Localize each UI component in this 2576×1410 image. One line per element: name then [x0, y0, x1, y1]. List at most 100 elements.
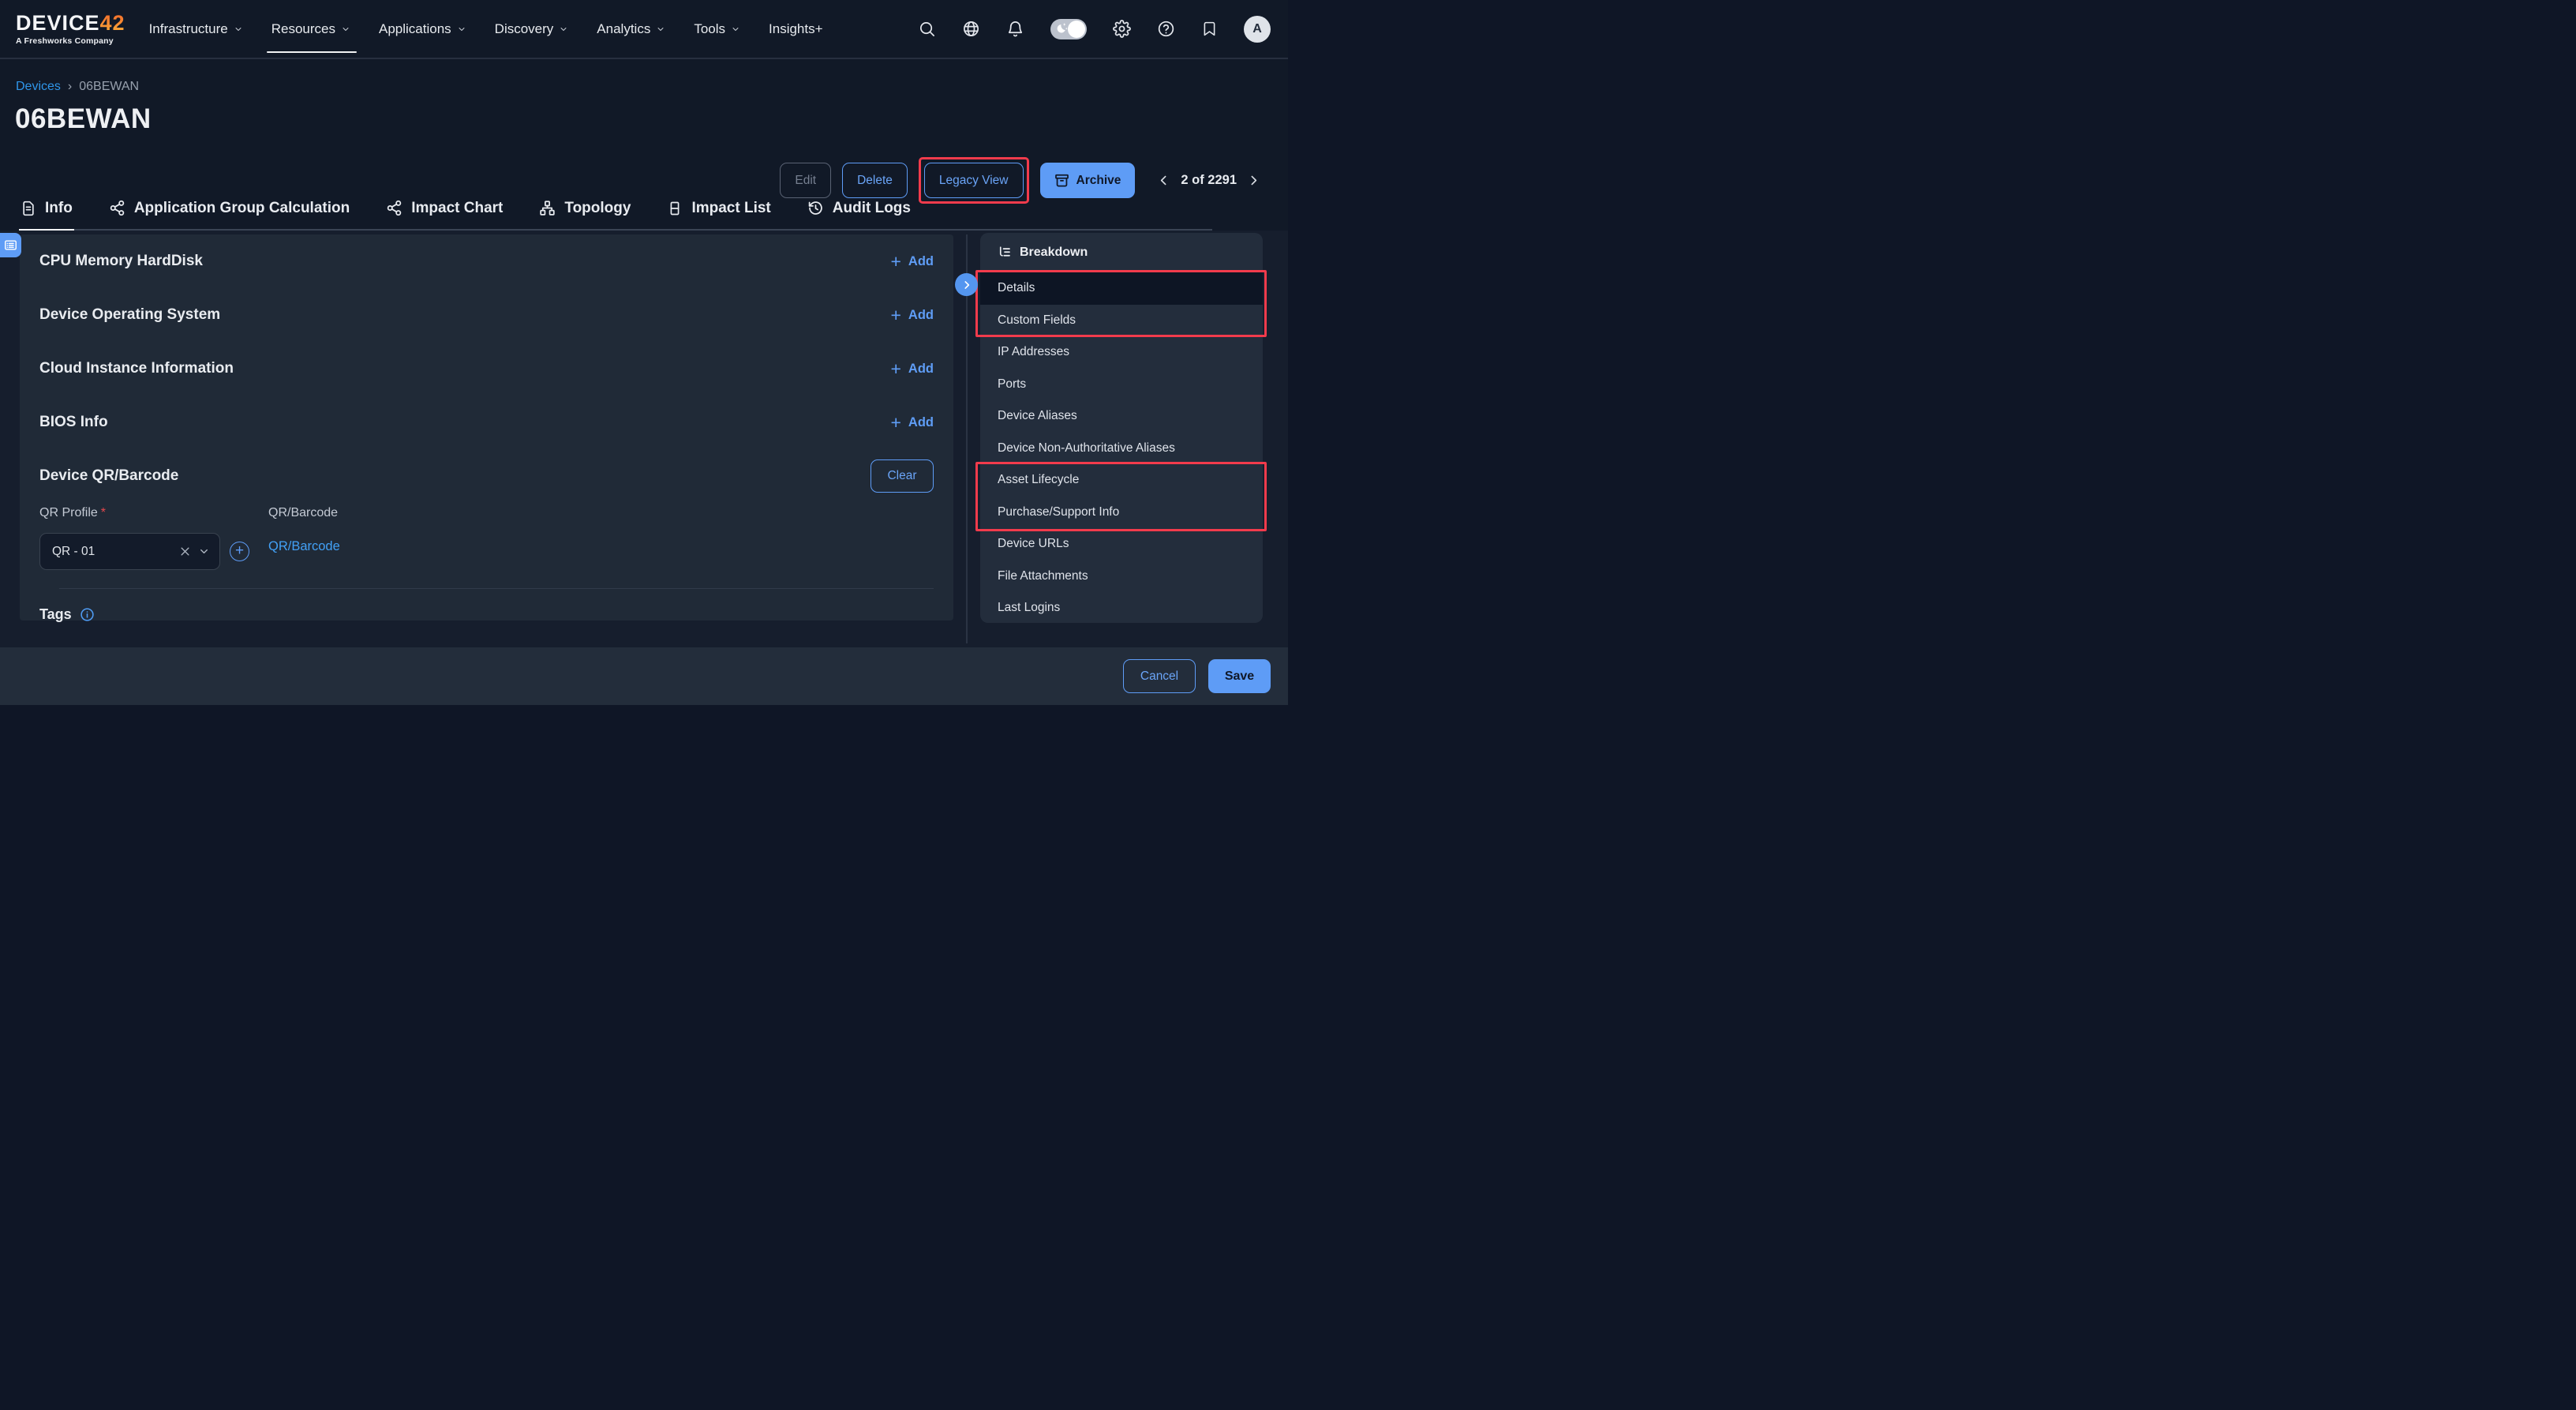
record-pager: 2 of 2291: [1157, 173, 1260, 188]
sidebar-item-custom-fields[interactable]: Custom Fields: [980, 305, 1263, 337]
clear-qr-button[interactable]: Clear: [871, 459, 934, 493]
tab-application-group-calculation[interactable]: Application Group Calculation: [107, 200, 351, 231]
section-title: BIOS Info: [39, 414, 108, 431]
delete-button[interactable]: Delete: [842, 163, 908, 198]
sidebar-item-last-logins[interactable]: Last Logins: [980, 592, 1263, 624]
sidebar-item-ip-addresses[interactable]: IP Addresses: [980, 336, 1263, 369]
tab-impact-chart[interactable]: Impact Chart: [384, 200, 504, 231]
nav-item-insights[interactable]: Insights+: [769, 0, 823, 58]
tab-info[interactable]: Info: [19, 200, 74, 231]
required-marker: *: [101, 506, 106, 519]
breadcrumb-devices-link[interactable]: Devices: [16, 80, 61, 94]
previous-record-icon[interactable]: [1157, 174, 1170, 187]
chevron-down-icon: [457, 24, 466, 34]
chevron-down-icon: [341, 24, 350, 34]
pager-position: 2 of 2291: [1181, 173, 1237, 188]
help-icon[interactable]: [1157, 20, 1175, 38]
chevron-down-icon: [656, 24, 665, 34]
legacy-view-annotation-box: Legacy View: [919, 157, 1029, 204]
section-cpu-memory-harddisk: CPU Memory HardDisk + Add: [39, 234, 934, 288]
add-device-operating-system-button[interactable]: + Add: [890, 306, 934, 324]
tab-impact-list[interactable]: Impact List: [665, 200, 772, 231]
chevron-down-icon: [731, 24, 740, 34]
nav-item-resources[interactable]: Resources: [271, 0, 350, 58]
action-buttons: Edit Delete Legacy View Archive 2 of 229…: [780, 157, 1260, 204]
legacy-view-button[interactable]: Legacy View: [924, 163, 1024, 198]
next-record-icon[interactable]: [1247, 174, 1260, 187]
user-avatar[interactable]: A: [1244, 16, 1271, 43]
search-icon[interactable]: [918, 20, 936, 38]
sidebar-item-asset-lifecycle[interactable]: Asset Lifecycle: [980, 464, 1263, 497]
nav-item-discovery[interactable]: Discovery: [495, 0, 569, 58]
add-cloud-instance-button[interactable]: + Add: [890, 360, 934, 378]
breadcrumb: Devices › 06BEWAN: [16, 80, 139, 94]
settings-gear-icon[interactable]: [1113, 20, 1131, 38]
tags-label: Tags: [39, 606, 72, 623]
qr-fields-row: QR Profile* QR - 01 + QR/Barcode QR/Barc…: [39, 506, 934, 570]
logo-text: DEVICE: [16, 13, 100, 34]
archive-button[interactable]: Archive: [1040, 163, 1136, 198]
history-icon: [807, 200, 824, 216]
save-button[interactable]: Save: [1208, 659, 1271, 693]
plus-icon: +: [890, 253, 900, 271]
nav-item-tools[interactable]: Tools: [694, 0, 740, 58]
plus-icon: +: [890, 360, 900, 378]
breakdown-tree-icon: [998, 246, 1012, 260]
logo-tagline: A Freshworks Company: [16, 36, 125, 46]
sidebar-item-device-aliases[interactable]: Device Aliases: [980, 400, 1263, 433]
qr-profile-select[interactable]: QR - 01: [39, 533, 220, 570]
section-title: Device QR/Barcode: [39, 467, 178, 485]
section-title: Cloud Instance Information: [39, 360, 234, 377]
cancel-button[interactable]: Cancel: [1123, 659, 1196, 693]
dark-mode-toggle[interactable]: [1050, 19, 1087, 39]
add-qr-profile-button[interactable]: +: [230, 542, 249, 561]
page-header: Devices › 06BEWAN 06BEWAN Edit Delete Le…: [0, 59, 1288, 231]
sidebar-item-device-urls[interactable]: Device URLs: [980, 528, 1263, 561]
collapse-sidebar-button[interactable]: [955, 273, 978, 296]
breakdown-sidebar: Breakdown Details Custom Fields IP Addre…: [980, 233, 1263, 623]
bookmark-icon[interactable]: [1201, 21, 1218, 37]
list-card-icon: [667, 201, 683, 216]
sidebar-item-file-attachments[interactable]: File Attachments: [980, 561, 1263, 593]
section-bios-info: BIOS Info + Add: [39, 396, 934, 449]
sidebar-item-device-non-authoritative-aliases[interactable]: Device Non-Authoritative Aliases: [980, 433, 1263, 465]
tab-bar: Info Application Group Calculation Impac…: [19, 200, 1212, 231]
footer-bar: Cancel Save: [0, 647, 1288, 705]
list-panel-icon: [4, 238, 17, 252]
logo-accent-text: 42: [100, 13, 125, 34]
chevron-down-icon[interactable]: [198, 546, 210, 557]
clear-selection-icon[interactable]: [179, 546, 191, 557]
notifications-bell-icon[interactable]: [1006, 20, 1024, 38]
section-device-operating-system: Device Operating System + Add: [39, 288, 934, 342]
info-icon[interactable]: [80, 607, 95, 622]
sidebar-item-details[interactable]: Details: [980, 272, 1263, 305]
nav-item-infrastructure[interactable]: Infrastructure: [149, 0, 243, 58]
chevron-down-icon: [234, 24, 243, 34]
tab-audit-logs[interactable]: Audit Logs: [806, 200, 912, 231]
nav-item-applications[interactable]: Applications: [379, 0, 466, 58]
page-title: 06BEWAN: [15, 103, 152, 135]
breakdown-header: Breakdown: [980, 233, 1263, 272]
sitemap-icon: [539, 200, 556, 216]
chevron-down-icon: [559, 24, 568, 34]
breadcrumb-current: 06BEWAN: [79, 80, 139, 94]
nav-item-analytics[interactable]: Analytics: [597, 0, 665, 58]
device42-logo[interactable]: DEVICE 42 A Freshworks Company: [16, 13, 125, 46]
qr-barcode-link[interactable]: QR/Barcode: [268, 539, 340, 554]
main-nav: Infrastructure Resources Applications Di…: [149, 0, 823, 58]
document-icon: [21, 201, 36, 216]
tags-section: Tags: [39, 589, 934, 623]
top-bar: DEVICE 42 A Freshworks Company Infrastru…: [0, 0, 1288, 59]
add-bios-info-button[interactable]: + Add: [890, 414, 934, 432]
section-title: CPU Memory HardDisk: [39, 253, 203, 270]
breadcrumb-separator: ›: [68, 80, 72, 94]
edit-button[interactable]: Edit: [780, 163, 831, 198]
expand-list-button[interactable]: [0, 233, 21, 257]
plus-icon: +: [890, 306, 900, 324]
tab-topology[interactable]: Topology: [537, 200, 632, 231]
sidebar-item-ports[interactable]: Ports: [980, 369, 1263, 401]
add-cpu-memory-harddisk-button[interactable]: + Add: [890, 253, 934, 271]
globe-icon[interactable]: [962, 20, 980, 38]
section-cloud-instance-information: Cloud Instance Information + Add: [39, 342, 934, 396]
sidebar-item-purchase-support-info[interactable]: Purchase/Support Info: [980, 497, 1263, 529]
